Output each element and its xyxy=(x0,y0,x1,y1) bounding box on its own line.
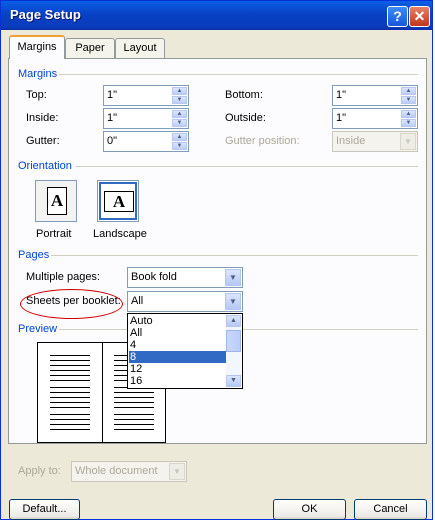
top-label: Top: xyxy=(26,89,47,101)
spin-up-icon[interactable]: ▲ xyxy=(172,110,187,118)
page-setup-dialog: Page Setup ? ✕ Margins Paper Layout Marg… xyxy=(0,0,433,520)
spin-up-icon[interactable]: ▲ xyxy=(172,133,187,141)
bottom-margin-value[interactable]: 1" xyxy=(336,89,346,101)
outside-margin-value[interactable]: 1" xyxy=(336,112,346,124)
dropdown-option[interactable]: 12 xyxy=(129,363,227,375)
highlight-oval xyxy=(20,289,123,319)
spin-up-icon[interactable]: ▲ xyxy=(401,110,416,118)
landscape-label: Landscape xyxy=(93,228,147,240)
default-button[interactable]: Default... xyxy=(9,499,80,520)
apply-to-value: Whole document xyxy=(75,465,158,477)
scroll-thumb[interactable] xyxy=(226,330,241,352)
inside-margin-value[interactable]: 1" xyxy=(107,112,117,124)
tab-layout[interactable]: Layout xyxy=(115,38,165,58)
dropdown-option[interactable]: 16 xyxy=(129,375,227,387)
outside-margin-spinner[interactable]: 1" ▲ ▼ xyxy=(332,108,418,129)
gutter-position-select: Inside ▼ xyxy=(332,131,418,152)
portrait-page-icon: A xyxy=(47,187,67,215)
bottom-label: Bottom: xyxy=(225,89,263,101)
spin-down-icon[interactable]: ▼ xyxy=(401,119,416,127)
dialog-title: Page Setup xyxy=(10,7,81,22)
multiple-pages-label: Multiple pages: xyxy=(26,271,100,283)
outside-label: Outside: xyxy=(225,112,266,124)
sheets-per-booklet-dropdown[interactable]: Auto All 4 8 12 16 ▲ ▼ xyxy=(127,313,243,389)
cancel-button[interactable]: Cancel xyxy=(354,499,427,520)
dropdown-option[interactable]: All xyxy=(129,327,227,339)
book-fold-line xyxy=(102,343,103,442)
pages-section-label: Pages xyxy=(18,249,50,261)
spin-down-icon[interactable]: ▼ xyxy=(401,96,416,104)
gutter-position-value: Inside xyxy=(336,135,366,147)
spin-down-icon[interactable]: ▼ xyxy=(172,119,187,127)
sheets-per-booklet-select[interactable]: All ▼ xyxy=(127,291,243,312)
divider xyxy=(59,74,418,75)
apply-to-select: Whole document ▼ xyxy=(71,461,187,482)
spin-down-icon[interactable]: ▼ xyxy=(172,96,187,104)
landscape-button[interactable]: A xyxy=(97,180,139,222)
close-button[interactable]: ✕ xyxy=(409,6,430,27)
scroll-up-icon[interactable]: ▲ xyxy=(226,315,241,327)
portrait-button[interactable]: A xyxy=(35,180,77,222)
title-bar[interactable]: Page Setup ? ✕ xyxy=(1,1,432,30)
gutter-label: Gutter: xyxy=(26,135,60,147)
divider xyxy=(76,166,418,167)
top-margin-value[interactable]: 1" xyxy=(107,89,117,101)
tab-paper[interactable]: Paper xyxy=(65,38,115,58)
sheets-per-booklet-value[interactable]: All xyxy=(131,295,143,307)
preview-section-label: Preview xyxy=(18,323,58,335)
dropdown-option-selected[interactable]: 8 xyxy=(129,351,227,363)
multiple-pages-value[interactable]: Book fold xyxy=(131,271,177,283)
divider xyxy=(51,255,418,256)
spin-up-icon[interactable]: ▲ xyxy=(401,87,416,95)
dropdown-option[interactable]: Auto xyxy=(129,315,227,327)
chevron-down-icon[interactable]: ▼ xyxy=(225,293,241,310)
ok-button[interactable]: OK xyxy=(273,499,346,520)
chevron-down-icon: ▼ xyxy=(169,463,185,480)
inside-margin-spinner[interactable]: 1" ▲ ▼ xyxy=(103,108,189,129)
scroll-down-icon[interactable]: ▼ xyxy=(226,375,241,387)
chevron-down-icon[interactable]: ▼ xyxy=(225,269,241,286)
landscape-page-icon: A xyxy=(104,191,134,212)
gutter-position-label: Gutter position: xyxy=(225,135,300,147)
portrait-label: Portrait xyxy=(36,228,72,240)
margins-section-label: Margins xyxy=(18,68,58,80)
bottom-margin-spinner[interactable]: 1" ▲ ▼ xyxy=(332,85,418,106)
dropdown-option[interactable]: 4 xyxy=(129,339,227,351)
multiple-pages-select[interactable]: Book fold ▼ xyxy=(127,267,243,288)
spin-down-icon[interactable]: ▼ xyxy=(172,142,187,150)
orientation-section-label: Orientation xyxy=(18,160,72,172)
tab-margins[interactable]: Margins xyxy=(9,35,65,59)
apply-to-label: Apply to: xyxy=(18,465,61,477)
inside-label: Inside: xyxy=(26,112,59,124)
gutter-spinner[interactable]: 0" ▲ ▼ xyxy=(103,131,189,152)
top-margin-spinner[interactable]: 1" ▲ ▼ xyxy=(103,85,189,106)
gutter-value[interactable]: 0" xyxy=(107,135,117,147)
help-button[interactable]: ? xyxy=(387,6,408,27)
spin-up-icon[interactable]: ▲ xyxy=(172,87,187,95)
dropdown-scrollbar[interactable]: ▲ ▼ xyxy=(226,315,241,387)
chevron-down-icon: ▼ xyxy=(400,133,416,150)
